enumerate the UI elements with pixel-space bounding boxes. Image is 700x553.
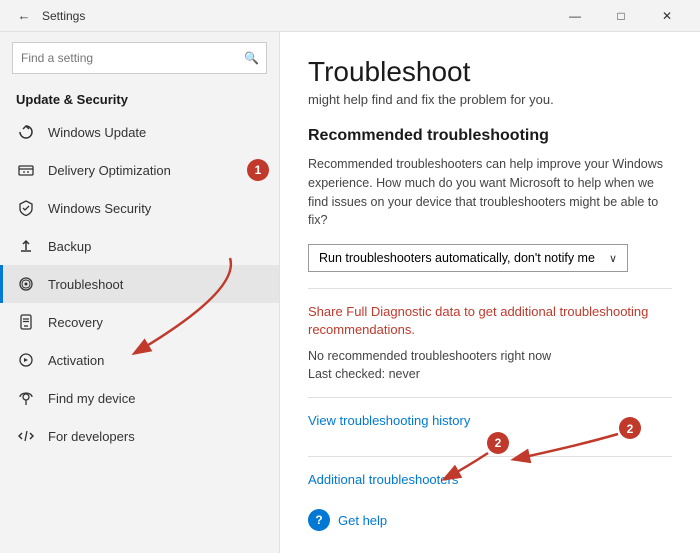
page-subtitle: might help find and fix the problem for …	[308, 92, 672, 107]
sidebar-label-recovery: Recovery	[48, 315, 103, 330]
titlebar: ← Settings — □ ✕	[0, 0, 700, 32]
main-content: Troubleshoot might help find and fix the…	[280, 32, 700, 553]
sidebar-label-find-device: Find my device	[48, 391, 135, 406]
back-button[interactable]: ←	[10, 2, 38, 30]
sidebar-item-windows-security[interactable]: Windows Security	[0, 189, 279, 227]
window-controls: — □ ✕	[552, 0, 690, 32]
additional-troubleshooters-link[interactable]: Additional troubleshooters	[308, 472, 458, 487]
no-troubleshooters-text: No recommended troubleshooters right now	[308, 349, 672, 363]
get-help-row: ? Get help	[308, 509, 672, 531]
app-body: 🔍 Update & Security Windows Update De	[0, 32, 700, 553]
get-help-icon: ?	[308, 509, 330, 531]
sidebar-label-security: Windows Security	[48, 201, 151, 216]
page-title: Troubleshoot	[308, 56, 672, 88]
get-help-link[interactable]: Get help	[338, 513, 387, 528]
sidebar-item-for-developers[interactable]: For developers	[0, 417, 279, 455]
diagnostic-link[interactable]: Share Full Diagnostic data to get additi…	[308, 303, 672, 339]
sidebar-item-find-my-device[interactable]: Find my device	[0, 379, 279, 417]
section-description: Recommended troubleshooters can help imp…	[308, 155, 672, 230]
sidebar-item-windows-update[interactable]: Windows Update	[0, 113, 279, 151]
delivery-icon	[16, 160, 36, 180]
search-icon: 🔍	[244, 51, 259, 65]
divider-2	[308, 397, 672, 398]
last-checked-text: Last checked: never	[308, 367, 672, 381]
windows-update-icon	[16, 122, 36, 142]
backup-icon	[16, 236, 36, 256]
close-button[interactable]: ✕	[644, 0, 690, 32]
view-history-link[interactable]: View troubleshooting history	[308, 413, 470, 428]
search-input[interactable]	[12, 42, 267, 74]
search-container: 🔍	[12, 42, 267, 74]
find-device-icon	[16, 388, 36, 408]
sidebar-label-windows-update: Windows Update	[48, 125, 146, 140]
section-heading: Recommended troubleshooting	[308, 127, 672, 145]
sidebar-item-delivery-optimization[interactable]: Delivery Optimization 1	[0, 151, 279, 189]
sidebar-item-recovery[interactable]: Recovery	[0, 303, 279, 341]
activation-icon	[16, 350, 36, 370]
troubleshooters-dropdown[interactable]: Run troubleshooters automatically, don't…	[308, 244, 628, 272]
sidebar-label-troubleshoot: Troubleshoot	[48, 277, 123, 292]
window-title: Settings	[42, 9, 552, 23]
sidebar: 🔍 Update & Security Windows Update De	[0, 32, 280, 553]
dropdown-arrow-icon: ∨	[609, 252, 617, 265]
developers-icon	[16, 426, 36, 446]
minimize-button[interactable]: —	[552, 0, 598, 32]
annotation-arrow-2: 2	[438, 431, 518, 491]
sidebar-item-backup[interactable]: Backup	[0, 227, 279, 265]
section-title: Update & Security	[0, 84, 279, 113]
sidebar-item-troubleshoot[interactable]: Troubleshoot	[0, 265, 279, 303]
troubleshoot-icon	[16, 274, 36, 294]
security-icon	[16, 198, 36, 218]
sidebar-item-activation[interactable]: Activation	[0, 341, 279, 379]
divider-1	[308, 288, 672, 289]
sidebar-label-backup: Backup	[48, 239, 91, 254]
sidebar-label-for-developers: For developers	[48, 429, 135, 444]
dropdown-value: Run troubleshooters automatically, don't…	[319, 251, 595, 265]
svg-text:2: 2	[495, 436, 502, 450]
maximize-button[interactable]: □	[598, 0, 644, 32]
sidebar-label-activation: Activation	[48, 353, 104, 368]
annotation-1: 1	[247, 159, 269, 181]
recovery-icon	[16, 312, 36, 332]
sidebar-label-delivery: Delivery Optimization	[48, 163, 171, 178]
